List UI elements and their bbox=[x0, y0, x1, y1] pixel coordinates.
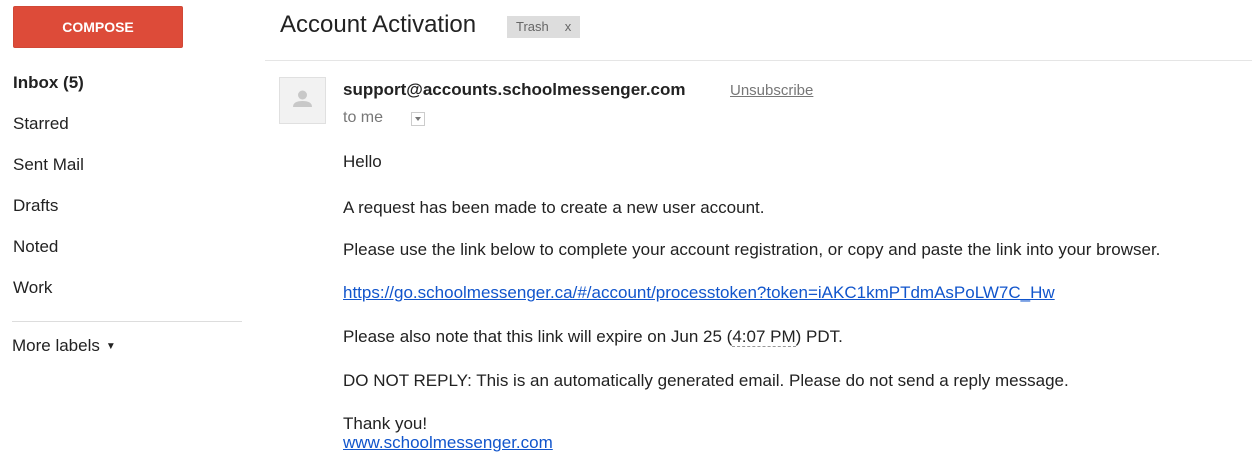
label-chip-text: Trash bbox=[516, 19, 549, 34]
nav-list: Inbox (5) Starred Sent Mail Drafts Noted… bbox=[13, 68, 243, 314]
dropdown-arrow-icon bbox=[415, 117, 421, 121]
show-details-button[interactable] bbox=[411, 112, 425, 126]
compose-button[interactable]: COMPOSE bbox=[13, 6, 183, 48]
body-line-no-reply: DO NOT REPLY: This is an automatically g… bbox=[343, 371, 1069, 390]
caret-down-icon: ▼ bbox=[105, 341, 116, 352]
expire-suffix: ) PDT. bbox=[795, 327, 843, 346]
remove-label-button[interactable]: x bbox=[565, 19, 572, 34]
header-divider bbox=[265, 60, 1252, 61]
body-line-expire: Please also note that this link will exp… bbox=[343, 327, 843, 347]
body-line-instructions: Please use the link below to complete yo… bbox=[343, 240, 1161, 259]
body-greeting: Hello bbox=[343, 152, 382, 171]
more-labels-text: More labels bbox=[12, 336, 100, 355]
expire-time: 4:07 PM bbox=[732, 327, 796, 347]
sender-avatar bbox=[279, 77, 326, 124]
label-chip-trash: Trash x bbox=[507, 16, 581, 38]
nav-item-sent-mail[interactable]: Sent Mail bbox=[13, 150, 243, 191]
recipient-text: to me bbox=[343, 109, 384, 126]
website-link[interactable]: www.schoolmessenger.com bbox=[343, 433, 553, 453]
email-subject: Account Activation bbox=[280, 11, 477, 38]
nav-item-inbox[interactable]: Inbox (5) bbox=[13, 68, 243, 109]
body-line-thanks: Thank you! bbox=[343, 414, 428, 433]
person-icon bbox=[293, 90, 312, 107]
nav-item-drafts[interactable]: Drafts bbox=[13, 191, 243, 232]
body-line-request: A request has been made to create a new … bbox=[343, 198, 765, 217]
nav-item-starred[interactable]: Starred bbox=[13, 109, 243, 150]
nav-item-work[interactable]: Work bbox=[13, 273, 243, 314]
nav-divider bbox=[12, 321, 242, 322]
more-labels-button[interactable]: More labels ▼ bbox=[12, 336, 116, 356]
unsubscribe-link[interactable]: Unsubscribe bbox=[730, 82, 813, 99]
activation-link[interactable]: https://go.schoolmessenger.ca/#/account/… bbox=[343, 283, 1055, 303]
nav-item-noted[interactable]: Noted bbox=[13, 232, 243, 273]
sender-address: support@accounts.schoolmessenger.com bbox=[343, 80, 686, 99]
expire-prefix: Please also note that this link will exp… bbox=[343, 327, 733, 346]
